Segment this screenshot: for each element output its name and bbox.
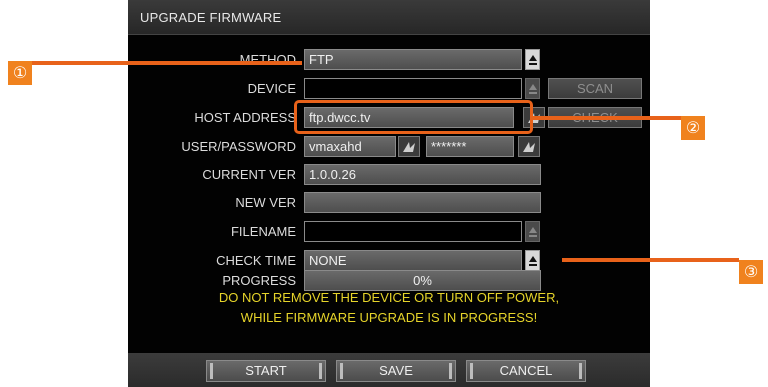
current-version-field: 1.0.0.26 xyxy=(304,164,541,185)
warning-line-1: DO NOT REMOVE THE DEVICE OR TURN OFF POW… xyxy=(218,290,560,305)
password-field[interactable]: ******* xyxy=(426,136,514,157)
user-password-label: USER/PASSWORD xyxy=(181,139,296,154)
scan-button[interactable]: SCAN xyxy=(548,78,642,99)
start-button[interactable]: START xyxy=(206,360,326,382)
username-field[interactable]: vmaxahd xyxy=(304,136,396,157)
progress-label: PROGRESS xyxy=(222,273,296,288)
cancel-button[interactable]: CANCEL xyxy=(466,360,586,382)
dialog-title-bar: UPGRADE FIRMWARE xyxy=(128,0,650,35)
dialog-button-bar: START SAVE CANCEL xyxy=(128,353,650,387)
device-label: DEVICE xyxy=(247,81,296,96)
new-version-label: NEW VER xyxy=(235,195,296,210)
callout-3-badge: ③ xyxy=(739,260,763,284)
filename-dropdown-arrow-icon[interactable] xyxy=(525,221,540,242)
warning-message: DO NOT REMOVE THE DEVICE OR TURN OFF POW… xyxy=(128,288,650,328)
method-select[interactable]: FTP xyxy=(304,49,522,70)
dialog-title: UPGRADE FIRMWARE xyxy=(140,10,282,25)
save-button[interactable]: SAVE xyxy=(336,360,456,382)
check-time-select[interactable]: NONE xyxy=(304,250,522,271)
upgrade-firmware-dialog: UPGRADE FIRMWARE METHOD FTP DEVICE SCAN … xyxy=(128,0,650,387)
filename-label: FILENAME xyxy=(230,224,296,239)
callout-1-badge: ① xyxy=(8,61,32,85)
warning-line-2: WHILE FIRMWARE UPGRADE IS IN PROGRESS! xyxy=(240,310,538,325)
check-time-label: CHECK TIME xyxy=(216,253,296,268)
host-address-highlight xyxy=(294,100,533,134)
new-version-field xyxy=(304,192,541,213)
method-dropdown-arrow-icon[interactable] xyxy=(525,49,540,70)
filename-select[interactable] xyxy=(304,221,522,242)
current-version-label: CURRENT VER xyxy=(202,167,296,182)
password-keyboard-icon[interactable] xyxy=(518,136,540,157)
check-time-dropdown-arrow-icon[interactable] xyxy=(525,250,540,271)
device-dropdown-arrow-icon[interactable] xyxy=(525,78,540,99)
callout-1-line xyxy=(32,61,302,65)
callout-3-line xyxy=(562,258,739,262)
callout-2-line xyxy=(533,116,681,120)
host-address-label: HOST ADDRESS xyxy=(194,110,296,125)
username-keyboard-icon[interactable] xyxy=(398,136,420,157)
progress-text: 0% xyxy=(413,273,432,288)
callout-2-badge: ② xyxy=(681,116,705,140)
device-select[interactable] xyxy=(304,78,522,99)
